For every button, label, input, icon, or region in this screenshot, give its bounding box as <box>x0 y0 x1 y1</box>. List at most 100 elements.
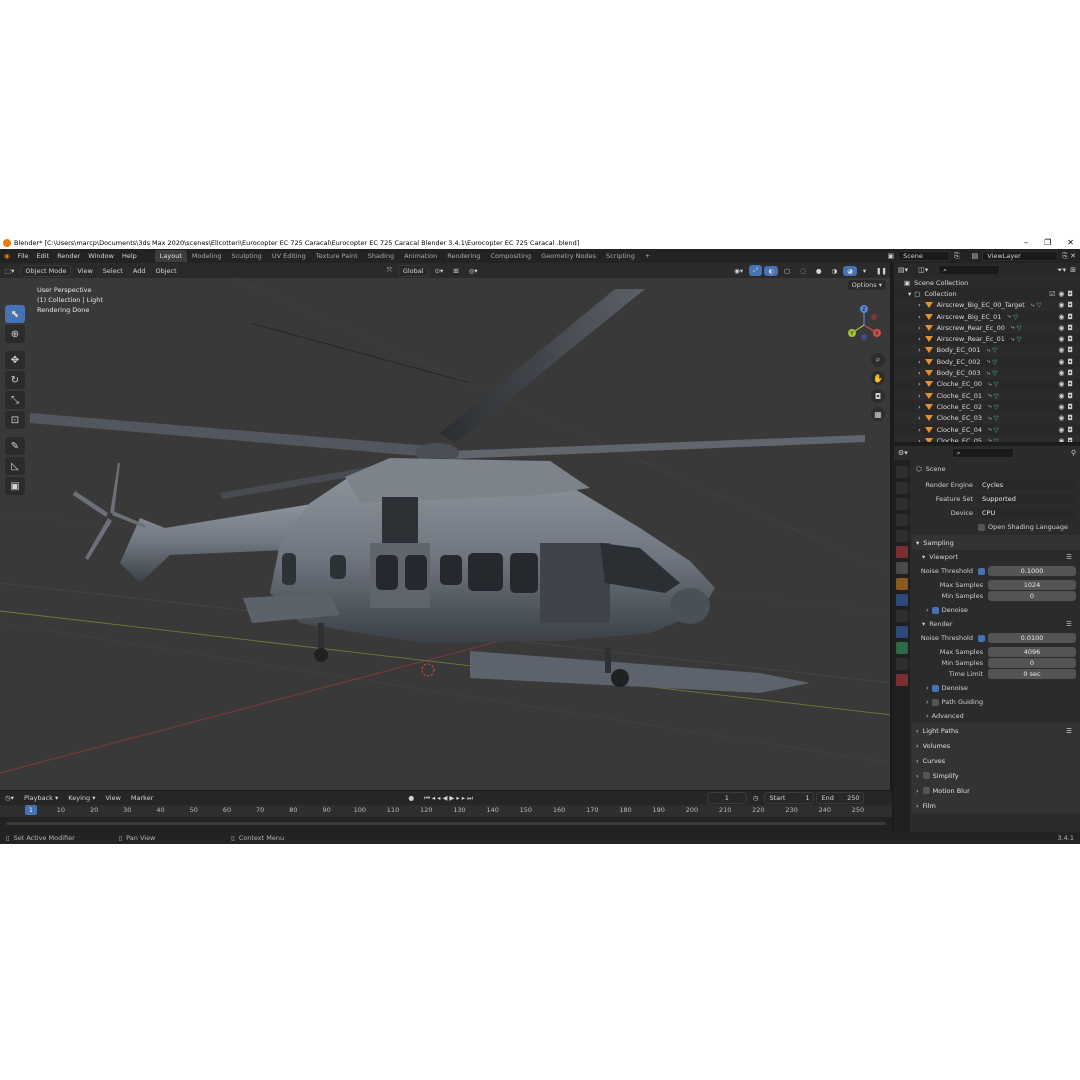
device-select[interactable]: CPU <box>978 508 1076 518</box>
properties-panel-header[interactable]: › Curves <box>912 753 1080 768</box>
data-tab-icon[interactable] <box>896 658 908 670</box>
vp-noise-threshold-field[interactable]: 0.1000 <box>988 566 1076 576</box>
close-button[interactable]: ✕ <box>1067 238 1074 247</box>
visibility-icons[interactable]: ◉◘ <box>1058 301 1076 309</box>
expand-arrow-icon[interactable]: › <box>918 426 921 434</box>
select-box-tool-icon[interactable]: ⬉ <box>5 305 25 323</box>
timeline-scrollbar[interactable] <box>6 822 886 825</box>
cursor-tool-icon[interactable]: ⊕ <box>5 325 25 343</box>
vp-denoise-row[interactable]: › Denoise <box>912 603 1080 617</box>
current-frame-field[interactable]: 1 <box>706 792 747 804</box>
vp-min-samples-field[interactable]: 0 <box>988 591 1076 601</box>
expand-arrow-icon[interactable]: › <box>918 380 921 388</box>
scene-tab-icon[interactable] <box>896 530 908 542</box>
path-guiding-row[interactable]: › Path Guiding <box>912 695 1080 709</box>
shading-solid-icon[interactable]: ● <box>812 266 826 276</box>
panel-enable-checkbox[interactable] <box>922 787 930 794</box>
start-frame-field[interactable]: Start 1 <box>764 792 815 804</box>
navigation-gizmo[interactable]: Z Y X <box>844 303 884 343</box>
visibility-icons[interactable]: ◉◘ <box>1058 346 1076 354</box>
visibility-icons[interactable]: ◉◘ <box>1058 392 1076 400</box>
outliner-item[interactable]: › Cloche_EC_02 ⤷ ▽ ◉◘ <box>894 401 1080 412</box>
move-tool-icon[interactable]: ✥ <box>5 351 25 369</box>
visibility-icon[interactable]: ◉▾ <box>730 266 747 276</box>
outliner-item[interactable]: › Cloche_EC_00 ⤷ ▽ ◉◘ <box>894 379 1080 390</box>
visibility-icons[interactable]: ◉◘ <box>1058 414 1076 422</box>
measure-tool-icon[interactable]: ◺ <box>5 457 25 475</box>
display-mode-icon[interactable]: ◫▾ <box>918 266 928 274</box>
visibility-icons[interactable]: ◉◘ <box>1058 313 1076 321</box>
menu-render[interactable]: Render <box>53 252 84 260</box>
list-menu-icon[interactable]: ☰ <box>1066 620 1072 628</box>
playhead[interactable]: 1 <box>25 805 37 815</box>
shading-material-icon[interactable]: ◑ <box>827 266 841 276</box>
outliner-item[interactable]: › Airscrew_Rear_Ec_01 ⤷ ▽ ◉◘ <box>894 333 1080 344</box>
record-icon[interactable]: ● <box>404 793 418 803</box>
constraints-tab-icon[interactable] <box>896 642 908 654</box>
list-menu-icon[interactable]: ☰ <box>1066 727 1072 735</box>
outliner-item[interactable]: › Body_EC_003 ⤷ ▽ ◉◘ <box>894 367 1080 379</box>
camera-view-icon[interactable]: ◘ <box>871 389 885 403</box>
zoom-icon[interactable]: ⌕ <box>871 353 885 367</box>
properties-panel-header[interactable]: › Motion Blur <box>912 783 1080 798</box>
tab-texture-paint[interactable]: Texture Paint <box>311 250 363 262</box>
object-tab-icon[interactable] <box>896 578 908 590</box>
pan-hand-icon[interactable]: ✋ <box>871 371 885 385</box>
render-tab-icon[interactable] <box>896 482 908 494</box>
tab-sculpting[interactable]: Sculpting <box>226 250 266 262</box>
vp-noise-threshold-checkbox[interactable] <box>978 567 985 575</box>
menu-window[interactable]: Window <box>84 252 118 260</box>
tab-shading[interactable]: Shading <box>363 250 399 262</box>
menu-select[interactable]: Select <box>99 266 127 276</box>
sampling-panel-header[interactable]: ▾ Sampling <box>912 535 1080 550</box>
r-denoise-checkbox[interactable] <box>931 684 939 692</box>
scene-selector[interactable]: Scene <box>898 251 951 261</box>
properties-panel-header[interactable]: › Volumes <box>912 738 1080 753</box>
visibility-icons[interactable]: ◉◘ <box>1058 380 1076 388</box>
path-guiding-checkbox[interactable] <box>931 698 939 706</box>
view-layer-selector[interactable]: ViewLayer <box>982 251 1059 261</box>
r-noise-threshold-checkbox[interactable] <box>978 634 985 642</box>
properties-panel-header[interactable]: › Film <box>912 798 1080 813</box>
expand-arrow-icon[interactable]: › <box>918 358 921 366</box>
scale-tool-icon[interactable]: ⤡ <box>5 391 25 409</box>
expand-arrow-icon[interactable]: › <box>918 403 921 411</box>
editor-type-icon[interactable]: ⬚▾ <box>1 266 18 276</box>
visibility-icons[interactable]: ◉◘ <box>1058 426 1076 434</box>
gizmo-toggle-icon[interactable]: ⤢ <box>749 265 763 276</box>
panel-enable-checkbox[interactable] <box>922 772 930 779</box>
collapse-arrow-icon[interactable]: ▾ <box>908 290 911 298</box>
outliner-editor-icon[interactable]: ▤▾ <box>898 266 908 274</box>
keying-menu[interactable]: Keying ▾ <box>64 793 99 803</box>
modifier-tab-icon[interactable] <box>896 594 908 606</box>
osl-checkbox[interactable] <box>978 523 985 531</box>
scene-collection-row[interactable]: ▣ Scene Collection <box>894 277 1080 289</box>
particles-tab-icon[interactable] <box>896 610 908 622</box>
shading-wireframe-icon[interactable]: ◌ <box>796 266 810 276</box>
timeline-track[interactable] <box>0 817 892 833</box>
tab-layout[interactable]: Layout <box>154 250 187 262</box>
outliner-item[interactable]: › Cloche_EC_04 ⤷ ▽ ◉◘ <box>894 424 1080 435</box>
viewport-subpanel-header[interactable]: ▾ Viewport ☰ <box>912 550 1080 564</box>
physics-tab-icon[interactable] <box>896 626 908 638</box>
visibility-icons[interactable]: ◉◘ <box>1058 437 1076 442</box>
menu-object[interactable]: Object <box>151 266 180 276</box>
timeline-editor-icon[interactable]: ◷▾ <box>1 793 18 803</box>
maximize-button[interactable]: ❐ <box>1044 238 1051 247</box>
menu-edit[interactable]: Edit <box>33 252 54 260</box>
visibility-icons[interactable]: ◉◘ <box>1058 403 1076 411</box>
overlay-toggle-icon[interactable]: ◐ <box>764 265 778 276</box>
filter-icon[interactable]: ⏷▾ <box>1057 266 1066 275</box>
minimize-button[interactable]: – <box>1024 238 1028 247</box>
pause-render-icon[interactable]: ❚❚ <box>872 266 890 276</box>
expand-arrow-icon[interactable]: › <box>918 392 921 400</box>
world-tab-icon[interactable] <box>896 546 908 558</box>
transform-orientation-select[interactable]: Global <box>397 264 429 277</box>
render-engine-select[interactable]: Cycles <box>978 480 1076 490</box>
collection-tab-icon[interactable] <box>896 562 908 574</box>
advanced-row[interactable]: › Advanced <box>912 709 1080 723</box>
outliner-search-input[interactable]: ⌕ <box>938 265 1001 275</box>
properties-panel-header[interactable]: › Simplify <box>912 768 1080 783</box>
outliner-item[interactable]: › Airscrew_Big_EC_00_Target ⤷ ▽ ◉◘ <box>894 299 1080 311</box>
snap-icon[interactable]: ⊞ <box>449 266 462 276</box>
